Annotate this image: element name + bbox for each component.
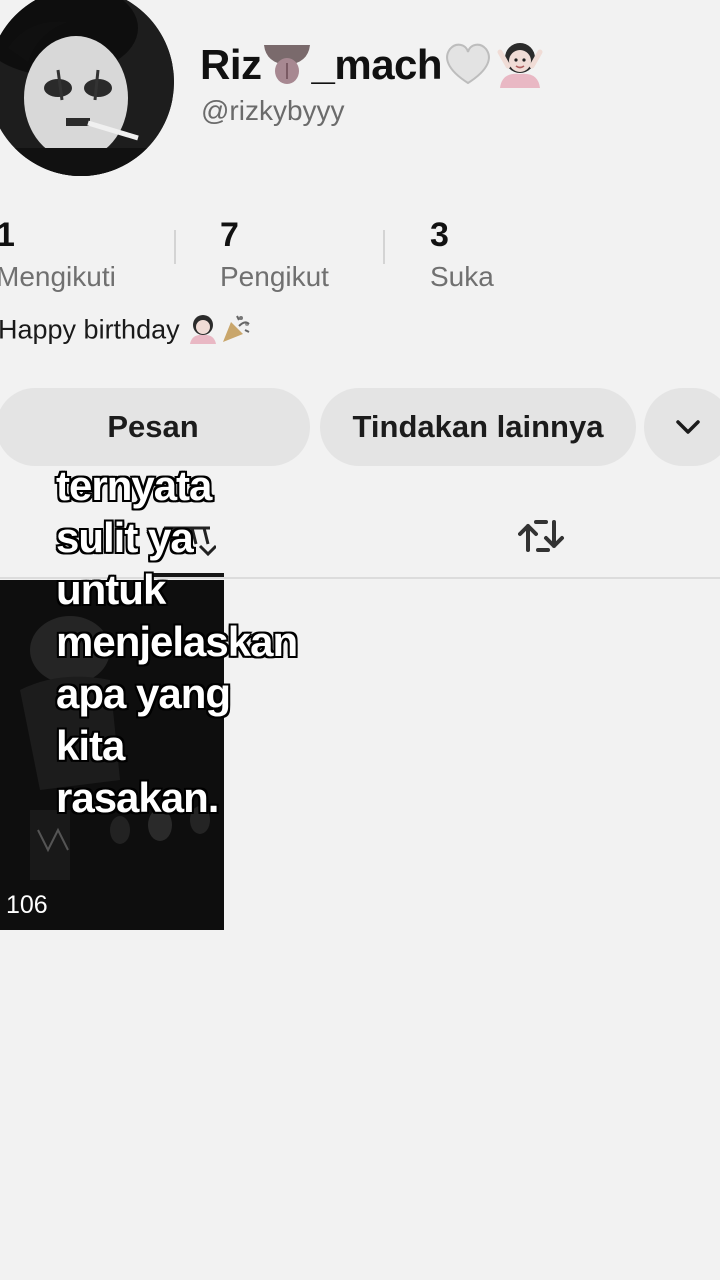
stat-likes[interactable]: 3 Suka	[430, 216, 494, 293]
display-name-text-part2: _mach	[311, 41, 443, 89]
username-handle: @rizkybyyy	[201, 95, 345, 126]
view-count-value: 106	[6, 891, 48, 919]
stat-divider	[383, 230, 385, 264]
overlay-caption: ternyata sulit ya untuk menjelaskan apa …	[56, 462, 298, 821]
more-actions-button[interactable]: Tindakan lainnya	[320, 388, 636, 466]
repost-icon	[518, 520, 564, 552]
likes-label: Suka	[430, 261, 494, 292]
chevron-down-icon	[676, 420, 700, 434]
stat-followers[interactable]: 7 Pengikut	[220, 216, 329, 293]
bio-text: Happy birthday	[0, 314, 180, 345]
person-emoji-icon	[187, 312, 219, 351]
stat-divider	[174, 230, 176, 264]
dropdown-button[interactable]	[644, 388, 720, 466]
likes-count: 3	[430, 216, 449, 254]
followers-label: Pengikut	[220, 261, 329, 292]
profile-page: Riz _mach @rizkybyyy 1 Mengikuti 7 Pengik…	[0, 0, 720, 1280]
message-button[interactable]: Pesan	[0, 388, 310, 466]
profile-avatar[interactable]	[0, 0, 174, 176]
tab-reposts[interactable]	[518, 514, 566, 563]
view-count: 106	[6, 891, 48, 920]
white-heart-emoji-icon	[442, 41, 494, 95]
avatar-portrait-image	[0, 0, 174, 176]
stat-following[interactable]: 1 Mengikuti	[0, 216, 116, 293]
profile-bio: Happy birthday	[0, 312, 253, 351]
tongue-face-emoji-icon	[262, 41, 312, 95]
display-name: Riz _mach	[200, 38, 546, 98]
person-gesturing-emoji-icon	[494, 38, 546, 98]
following-count: 1	[0, 216, 15, 254]
party-popper-emoji-icon	[219, 312, 253, 351]
following-label: Mengikuti	[0, 261, 116, 292]
display-name-text-part1: Riz	[200, 41, 262, 89]
followers-count: 7	[220, 216, 239, 254]
